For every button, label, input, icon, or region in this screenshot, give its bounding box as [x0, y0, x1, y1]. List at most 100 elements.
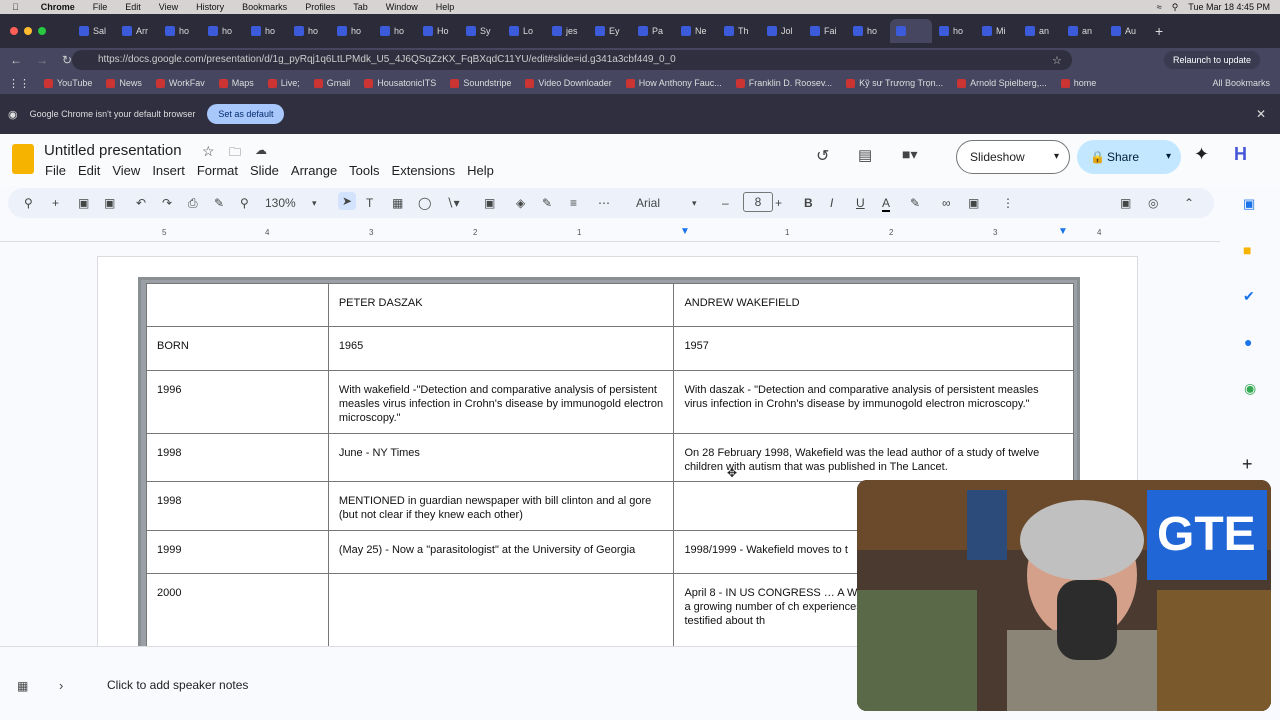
- video-icon[interactable]: ▣: [484, 196, 495, 210]
- bookmark-item[interactable]: home: [1060, 78, 1096, 88]
- bookmark-item[interactable]: Arnold Spielberg,...: [957, 78, 1047, 88]
- calendar-icon[interactable]: ▣: [1243, 196, 1255, 212]
- expand-filmstrip-icon[interactable]: ›: [59, 678, 63, 693]
- increase-font-icon[interactable]: +: [775, 196, 782, 210]
- font-dropdown-icon[interactable]: ▾: [692, 198, 697, 209]
- bookmark-item[interactable]: HousatonicITS: [364, 78, 436, 88]
- menu-item-file[interactable]: File: [45, 163, 66, 178]
- reload-icon[interactable]: ↻: [62, 53, 72, 67]
- menu-item-extensions[interactable]: Extensions: [392, 163, 456, 178]
- all-bookmarks[interactable]: All Bookmarks: [1212, 78, 1270, 88]
- table-cell[interactable]: BORN: [146, 326, 329, 371]
- get-addons-icon[interactable]: +: [1242, 454, 1253, 475]
- menu-item-tools[interactable]: Tools: [349, 163, 379, 178]
- table-cell[interactable]: June - NY Times: [327, 433, 675, 482]
- border-color-icon[interactable]: ✎: [542, 196, 552, 210]
- table-cell[interactable]: 1998: [146, 481, 329, 531]
- menubar-help[interactable]: Help: [436, 2, 455, 12]
- browser-tab[interactable]: ho: [288, 19, 330, 43]
- table-cell[interactable]: MENTIONED in guardian newspaper with bil…: [327, 481, 675, 531]
- menu-item-edit[interactable]: Edit: [78, 163, 100, 178]
- apps-grid-icon[interactable]: ⋮⋮: [8, 77, 30, 90]
- menubar-window[interactable]: Window: [386, 2, 418, 12]
- layout-icon[interactable]: ▣: [78, 196, 89, 210]
- menubar-edit[interactable]: Edit: [125, 2, 141, 12]
- menu-item-arrange[interactable]: Arrange: [291, 163, 337, 178]
- highlight-icon[interactable]: ✎: [910, 196, 920, 210]
- zoom-select[interactable]: 130%: [265, 196, 296, 210]
- table-cell[interactable]: With wakefield -"Detection and comparati…: [327, 370, 675, 434]
- slideshow-dropdown-icon[interactable]: ▾: [1054, 141, 1059, 173]
- bookmark-item[interactable]: News: [106, 78, 142, 88]
- more-options-icon[interactable]: ⋮: [1002, 196, 1014, 210]
- border-dash-icon[interactable]: ⋯: [598, 196, 610, 210]
- browser-tab[interactable]: Au: [1105, 19, 1147, 43]
- table-cell[interactable]: [327, 573, 675, 646]
- menubar-file[interactable]: File: [93, 2, 108, 12]
- menubar-clock[interactable]: Tue Mar 18 4:45 PM: [1188, 2, 1270, 12]
- close-window-icon[interactable]: [10, 27, 18, 35]
- maps-icon[interactable]: ◉: [1244, 380, 1256, 397]
- document-title[interactable]: Untitled presentation: [44, 142, 182, 159]
- minimize-window-icon[interactable]: [24, 27, 32, 35]
- wifi-icon[interactable]: ≈: [1157, 2, 1162, 12]
- table-cell[interactable]: ANDREW WAKEFIELD: [673, 283, 1074, 327]
- new-tab-icon[interactable]: +: [1155, 23, 1163, 39]
- move-folder-icon[interactable]: 🗀: [229, 143, 241, 164]
- grid-view-icon[interactable]: ▦: [17, 679, 28, 693]
- table-cell[interactable]: PETER DASZAK: [327, 283, 675, 327]
- table-cell[interactable]: 1999: [146, 530, 329, 574]
- version-history-icon[interactable]: ↺: [816, 146, 829, 166]
- collapse-toolbar-icon[interactable]: ⌃: [1184, 196, 1194, 210]
- bookmark-item[interactable]: Gmail: [313, 78, 350, 88]
- bookmark-item[interactable]: Soundstripe: [450, 78, 511, 88]
- shape-icon[interactable]: ◯: [418, 196, 431, 210]
- select-cursor-icon[interactable]: ➤: [338, 192, 357, 210]
- contacts-icon[interactable]: ●: [1244, 334, 1252, 350]
- tasks-icon[interactable]: ✔: [1243, 288, 1255, 305]
- set-default-button[interactable]: Set as default: [207, 104, 285, 124]
- insert-image-icon[interactable]: ▣: [1120, 196, 1131, 210]
- menu-item-help[interactable]: Help: [467, 163, 494, 178]
- link-icon[interactable]: ∞: [942, 196, 951, 210]
- menu-item-insert[interactable]: Insert: [152, 163, 185, 178]
- bookmark-item[interactable]: YouTube: [44, 78, 92, 88]
- table-cell[interactable]: 1996: [146, 370, 329, 434]
- text-box-icon[interactable]: T: [366, 196, 373, 210]
- menubar-view[interactable]: View: [159, 2, 178, 12]
- table-cell[interactable]: With daszak - "Detection and comparative…: [673, 370, 1074, 434]
- menu-item-slide[interactable]: Slide: [250, 163, 279, 178]
- bookmark-item[interactable]: Video Downloader: [525, 78, 612, 88]
- underline-icon[interactable]: U: [856, 196, 865, 210]
- browser-tab[interactable]: Sy: [460, 19, 502, 43]
- new-slide-icon[interactable]: +: [52, 196, 59, 210]
- menu-item-view[interactable]: View: [112, 163, 140, 178]
- browser-tab[interactable]: Sal: [73, 19, 115, 43]
- extension-h-icon[interactable]: H: [1234, 144, 1247, 165]
- browser-tab[interactable]: an: [1062, 19, 1104, 43]
- browser-tab[interactable]: Lo: [503, 19, 545, 43]
- menubar-profiles[interactable]: Profiles: [305, 2, 335, 12]
- browser-tab[interactable]: Ey: [589, 19, 631, 43]
- browser-tab[interactable]: ho: [245, 19, 287, 43]
- table-cell[interactable]: 1965: [327, 326, 675, 371]
- apple-icon[interactable]: : [12, 2, 19, 12]
- comment-add-icon[interactable]: ▣: [968, 196, 979, 210]
- ruler-right-marker-icon[interactable]: ▼: [1058, 226, 1068, 237]
- close-infobar-icon[interactable]: ✕: [1256, 107, 1266, 121]
- browser-tab[interactable]: Ne: [675, 19, 717, 43]
- speaker-notes-placeholder[interactable]: Click to add speaker notes: [107, 678, 248, 692]
- relaunch-button[interactable]: Relaunch to update: [1164, 51, 1260, 69]
- border-weight-icon[interactable]: ≡: [570, 196, 577, 210]
- browser-tab[interactable]: Arr: [116, 19, 158, 43]
- print-icon[interactable]: ⎙: [188, 196, 198, 211]
- paint-format-icon[interactable]: ✎: [214, 196, 224, 210]
- zoom-icon[interactable]: ⚲: [240, 196, 249, 210]
- decrease-font-icon[interactable]: –: [722, 196, 729, 210]
- comments-icon[interactable]: ▤: [858, 146, 872, 164]
- browser-tab[interactable]: an: [1019, 19, 1061, 43]
- menu-item-format[interactable]: Format: [197, 163, 238, 178]
- share-dropdown-icon[interactable]: ▾: [1166, 140, 1171, 174]
- font-select[interactable]: Arial: [636, 196, 660, 210]
- search-icon[interactable]: ⚲: [1172, 2, 1179, 13]
